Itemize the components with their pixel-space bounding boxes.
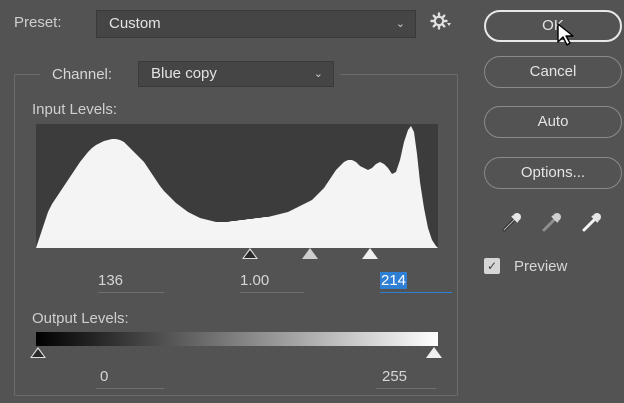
channel-label: Channel: (52, 66, 113, 83)
mouse-cursor-icon (556, 22, 580, 53)
preview-checkbox[interactable]: ✓ (484, 258, 500, 274)
ok-button[interactable]: OK (484, 10, 622, 42)
options-button[interactable]: Options... (484, 157, 622, 189)
channel-select[interactable]: Blue copy ⌄ (138, 61, 334, 87)
input-white-field[interactable]: 214 (380, 272, 408, 289)
output-black-field[interactable]: 0 (100, 368, 108, 385)
output-gradient (36, 332, 438, 346)
cancel-button[interactable]: Cancel (484, 56, 622, 88)
histogram (36, 124, 438, 248)
input-black-underline (98, 292, 164, 293)
input-white-underline (380, 292, 452, 293)
input-gamma-underline (240, 292, 304, 293)
input-gamma-slider[interactable] (302, 248, 318, 259)
preset-select[interactable]: Custom ⌄ (96, 10, 416, 38)
output-levels-label: Output Levels: (32, 310, 129, 327)
channel-value: Blue copy (151, 65, 217, 82)
output-white-slider[interactable] (426, 347, 442, 358)
input-white-slider[interactable] (362, 248, 378, 259)
preset-value: Custom (109, 15, 161, 32)
gray-eyedropper-icon[interactable] (542, 213, 561, 232)
white-eyedropper-icon[interactable] (582, 213, 601, 232)
preset-label: Preset: (14, 14, 62, 31)
chevron-down-icon: ⌄ (313, 68, 323, 80)
gear-icon[interactable] (430, 11, 452, 36)
output-black-underline (96, 388, 164, 389)
output-black-slider[interactable] (30, 347, 46, 358)
input-levels-label: Input Levels: (32, 101, 118, 118)
input-black-field[interactable]: 136 (98, 272, 123, 289)
input-gamma-field[interactable]: 1.00 (240, 272, 269, 289)
black-eyedropper-icon[interactable] (502, 213, 521, 232)
eyedropper-group (500, 206, 610, 236)
auto-button[interactable]: Auto (484, 106, 622, 138)
preview-label: Preview (514, 258, 568, 275)
chevron-down-icon: ⌄ (395, 18, 405, 30)
output-white-underline (376, 388, 436, 389)
output-white-field[interactable]: 255 (382, 368, 407, 385)
input-black-slider[interactable] (242, 248, 258, 259)
levels-dialog: Preset: Custom ⌄ Channel: Blue copy ⌄ In… (0, 0, 624, 403)
